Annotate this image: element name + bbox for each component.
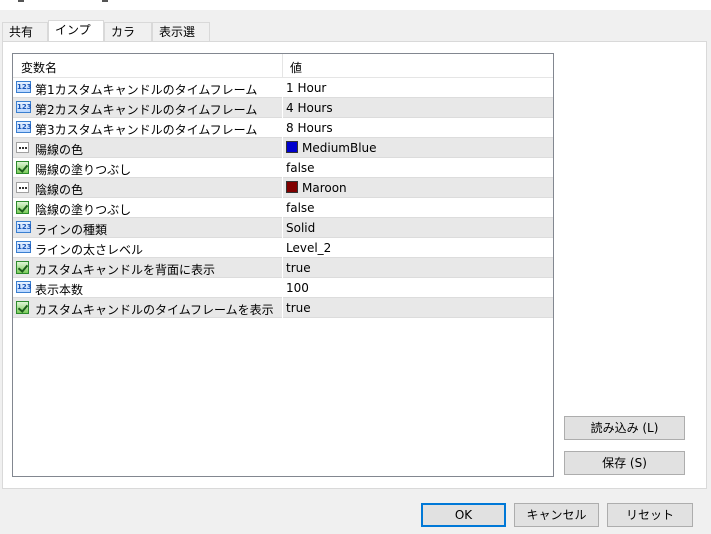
table-row[interactable]: カスタムキャンドルを背面に表示 true bbox=[13, 258, 553, 278]
variable-name: 陰線の色 bbox=[35, 183, 84, 197]
table-row[interactable]: カスタムキャンドルのタイムフレームを表示 true bbox=[13, 298, 553, 318]
table-row[interactable]: 陰線の色 Maroon bbox=[13, 178, 553, 198]
parameter-grid: 変数名 値 123 第1カスタムキャンドルのタイムフレーム 1 Hour 123 第2カ… bbox=[12, 53, 554, 477]
reset-button[interactable]: リセット bbox=[607, 503, 693, 527]
tab-colors[interactable]: カラー bbox=[104, 22, 152, 58]
load-button[interactable]: 読み込み (L) bbox=[564, 416, 685, 440]
tab-bar: 共有 インプット カラー 表示選択 bbox=[0, 20, 711, 58]
variable-value[interactable]: true bbox=[286, 301, 311, 315]
boolean-icon bbox=[16, 201, 31, 214]
grid-rows: 123 第1カスタムキャンドルのタイムフレーム 1 Hour 123 第2カスタムキャン… bbox=[13, 78, 553, 318]
variable-name: 陽線の色 bbox=[35, 143, 84, 157]
column-divider bbox=[282, 98, 283, 118]
ok-button[interactable]: OK bbox=[421, 503, 506, 527]
grid-header: 変数名 値 bbox=[13, 54, 553, 78]
variable-name: 陽線の塗りつぶし bbox=[35, 163, 132, 177]
variable-value[interactable]: true bbox=[286, 261, 311, 275]
column-divider bbox=[282, 198, 283, 218]
variable-name: 第3カスタムキャンドルのタイムフレーム bbox=[35, 123, 258, 137]
column-divider bbox=[282, 158, 283, 178]
title-strip bbox=[0, 0, 711, 10]
number-icon: 123 bbox=[16, 221, 32, 233]
table-row[interactable]: 陽線の色 MediumBlue bbox=[13, 138, 553, 158]
number-icon: 123 bbox=[16, 241, 32, 253]
variable-name: カスタムキャンドルのタイムフレームを表示 bbox=[35, 303, 274, 317]
variable-value[interactable]: Level_2 bbox=[286, 241, 331, 255]
column-divider bbox=[282, 118, 283, 138]
variable-name: 陰線の塗りつぶし bbox=[35, 203, 132, 217]
table-row[interactable]: 123 第3カスタムキャンドルのタイムフレーム 8 Hours bbox=[13, 118, 553, 138]
color-swatch[interactable] bbox=[286, 181, 298, 193]
column-divider bbox=[282, 218, 283, 238]
column-divider[interactable] bbox=[282, 54, 283, 77]
variable-name: 第1カスタムキャンドルのタイムフレーム bbox=[35, 83, 258, 97]
color-icon bbox=[16, 141, 31, 154]
table-row[interactable]: 123 第2カスタムキャンドルのタイムフレーム 4 Hours bbox=[13, 98, 553, 118]
title-glyph bbox=[18, 0, 24, 2]
color-icon bbox=[16, 181, 31, 194]
boolean-icon bbox=[16, 301, 31, 314]
column-divider bbox=[282, 238, 283, 258]
table-row[interactable]: 123 ラインの種類 Solid bbox=[13, 218, 553, 238]
column-divider bbox=[282, 258, 283, 278]
title-glyph bbox=[102, 0, 108, 2]
variable-value[interactable]: 8 Hours bbox=[286, 121, 333, 135]
tab-visualization[interactable]: 表示選択 bbox=[152, 22, 210, 58]
column-divider bbox=[282, 178, 283, 198]
column-divider bbox=[282, 298, 283, 318]
variable-name: 表示本数 bbox=[35, 283, 84, 297]
variable-name: 第2カスタムキャンドルのタイムフレーム bbox=[35, 103, 258, 117]
variable-value[interactable]: Solid bbox=[286, 221, 315, 235]
boolean-icon bbox=[16, 161, 31, 174]
column-header-variable[interactable]: 変数名 bbox=[21, 59, 57, 76]
table-row[interactable]: 123 第1カスタムキャンドルのタイムフレーム 1 Hour bbox=[13, 78, 553, 98]
variable-name: ラインの種類 bbox=[35, 223, 108, 237]
table-row[interactable]: 陽線の塗りつぶし false bbox=[13, 158, 553, 178]
number-icon: 123 bbox=[16, 281, 32, 293]
table-row[interactable]: 123 ラインの太さレベル Level_2 bbox=[13, 238, 553, 258]
save-button[interactable]: 保存 (S) bbox=[564, 451, 685, 475]
number-icon: 123 bbox=[16, 81, 32, 93]
tab-common[interactable]: 共有 bbox=[2, 22, 48, 41]
variable-name: カスタムキャンドルを背面に表示 bbox=[35, 263, 216, 277]
column-header-value[interactable]: 値 bbox=[290, 59, 302, 76]
column-divider bbox=[282, 138, 283, 158]
tab-inputs[interactable]: インプット bbox=[48, 20, 104, 56]
variable-value[interactable]: 4 Hours bbox=[286, 101, 333, 115]
variable-value[interactable]: 100 bbox=[286, 281, 309, 295]
table-row[interactable]: 陰線の塗りつぶし false bbox=[13, 198, 553, 218]
variable-value[interactable]: false bbox=[286, 161, 315, 175]
variable-name: ラインの太さレベル bbox=[35, 243, 144, 257]
variable-value[interactable]: MediumBlue bbox=[302, 141, 377, 155]
number-icon: 123 bbox=[16, 121, 32, 133]
color-swatch[interactable] bbox=[286, 141, 298, 153]
boolean-icon bbox=[16, 261, 31, 274]
column-divider bbox=[282, 78, 283, 98]
number-icon: 123 bbox=[16, 101, 32, 113]
variable-value[interactable]: 1 Hour bbox=[286, 81, 326, 95]
variable-value[interactable]: Maroon bbox=[302, 181, 347, 195]
cancel-button[interactable]: キャンセル bbox=[514, 503, 599, 527]
variable-value[interactable]: false bbox=[286, 201, 315, 215]
table-row[interactable]: 123 表示本数 100 bbox=[13, 278, 553, 298]
column-divider bbox=[282, 278, 283, 298]
